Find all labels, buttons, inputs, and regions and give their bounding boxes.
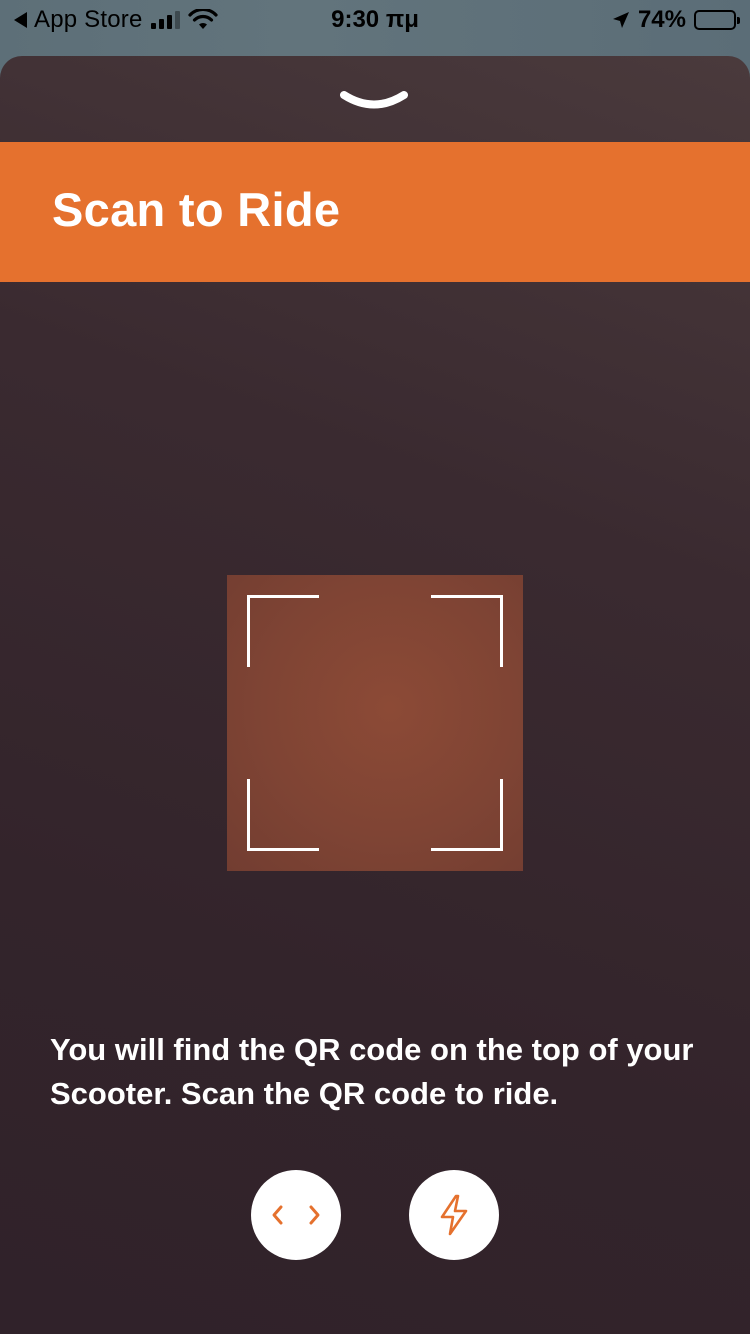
status-right: 74% [612, 6, 740, 34]
battery-icon [694, 10, 740, 30]
flash-icon [440, 1194, 468, 1236]
scan-frame-corner-top-right [431, 595, 503, 667]
collapse-button[interactable] [334, 84, 414, 120]
battery-percent: 74% [637, 6, 686, 33]
scan-sheet: Scan to Ride You will find the QR code o… [0, 56, 750, 1334]
scan-frame-corner-bottom-left [247, 779, 319, 851]
code-icon [272, 1205, 320, 1225]
scan-frame-corner-bottom-right [431, 779, 503, 851]
scan-instructions: You will find the QR code on the top of … [50, 1032, 694, 1111]
title-banner: Scan to Ride [0, 142, 750, 282]
chevron-down-icon [340, 91, 408, 109]
scan-frame-corner-top-left [247, 595, 319, 667]
location-arrow-icon [612, 12, 629, 28]
enter-code-button[interactable] [251, 1170, 341, 1260]
camera-viewfinder [227, 575, 523, 871]
flashlight-button[interactable] [409, 1170, 499, 1260]
status-bar: App Store 9:30 πμ 74% [0, 0, 750, 40]
page-title: Scan to Ride [52, 183, 341, 236]
